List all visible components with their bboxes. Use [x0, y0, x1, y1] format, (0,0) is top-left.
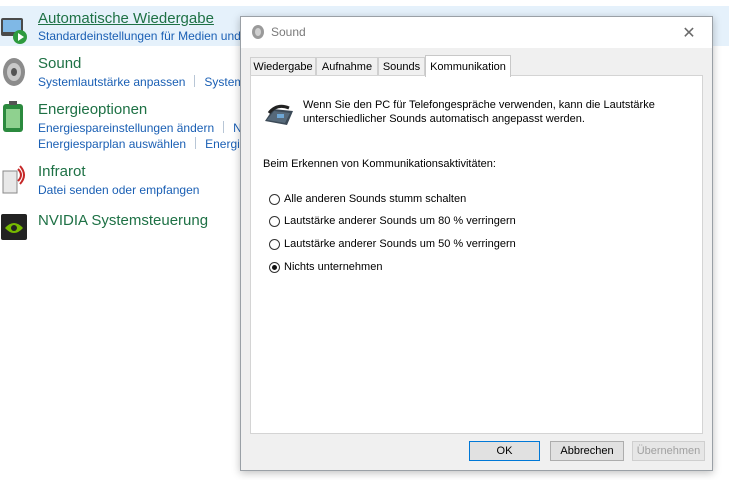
radio-button[interactable] [269, 238, 280, 250]
speaker-icon [252, 25, 264, 39]
description-text: Wenn Sie den PC für Telefongespräche ver… [303, 99, 655, 125]
section-label: Beim Erkennen von Kommunikationsaktivitä… [263, 158, 496, 170]
autoplay-icon [1, 18, 27, 44]
link-separator [223, 121, 225, 133]
radio-button[interactable] [269, 193, 280, 205]
tab-kommunikation[interactable]: Kommunikation [425, 55, 511, 77]
cp-link-send-file[interactable]: Datei senden oder empfangen [38, 183, 199, 197]
radio-button[interactable] [269, 215, 280, 227]
cancel-button[interactable]: Abbrechen [550, 441, 624, 461]
option-reduce-80[interactable]: Lautstärke anderer Sounds um 80 % verrin… [269, 215, 516, 227]
apply-button[interactable]: Übernehmen [632, 441, 705, 461]
cp-link-volume[interactable]: Systemlautstärke anpassen [38, 75, 185, 89]
nvidia-icon [1, 214, 27, 240]
tab-wiedergabe[interactable]: Wiedergabe [250, 57, 316, 75]
sound-dialog: Sound ✕ Wiedergabe Aufnahme Sounds Kommu… [240, 16, 713, 471]
dialog-title: Sound [271, 25, 306, 39]
link-separator [195, 137, 197, 149]
radio-button-checked[interactable] [269, 261, 280, 273]
cp-title-infrared[interactable]: Infrarot [38, 163, 86, 180]
cp-title-power[interactable]: Energieoptionen [38, 101, 147, 118]
link-separator [194, 75, 196, 87]
cp-title-sound[interactable]: Sound [38, 55, 81, 72]
cp-link-power-plan[interactable]: Energiesparplan auswählen [38, 137, 186, 151]
option-reduce-50[interactable]: Lautstärke anderer Sounds um 50 % verrin… [269, 238, 516, 250]
telephone-icon [265, 104, 293, 125]
close-button[interactable]: ✕ [666, 17, 712, 48]
option-mute-all[interactable]: Alle anderen Sounds stumm schalten [269, 193, 466, 205]
tab-aufnahme[interactable]: Aufnahme [316, 57, 378, 75]
dialog-titlebar[interactable]: Sound ✕ [241, 17, 712, 48]
close-icon: ✕ [682, 24, 696, 42]
battery-icon [3, 101, 23, 132]
tab-panel-kommunikation: Wenn Sie den PC für Telefongespräche ver… [250, 75, 703, 434]
speaker-icon [3, 58, 25, 86]
cp-link-autoplay-defaults[interactable]: Standardeinstellungen für Medien und [38, 29, 241, 43]
cp-title-nvidia[interactable]: NVIDIA Systemsteuerung [38, 212, 208, 229]
cp-link-power-settings[interactable]: Energiespareinstellungen ändern [38, 121, 214, 135]
cp-title-autoplay[interactable]: Automatische Wiedergabe [38, 10, 214, 27]
infrared-icon [2, 165, 25, 194]
ok-button[interactable]: OK [469, 441, 540, 461]
option-do-nothing[interactable]: Nichts unternehmen [269, 261, 382, 273]
tab-sounds[interactable]: Sounds [378, 57, 425, 75]
